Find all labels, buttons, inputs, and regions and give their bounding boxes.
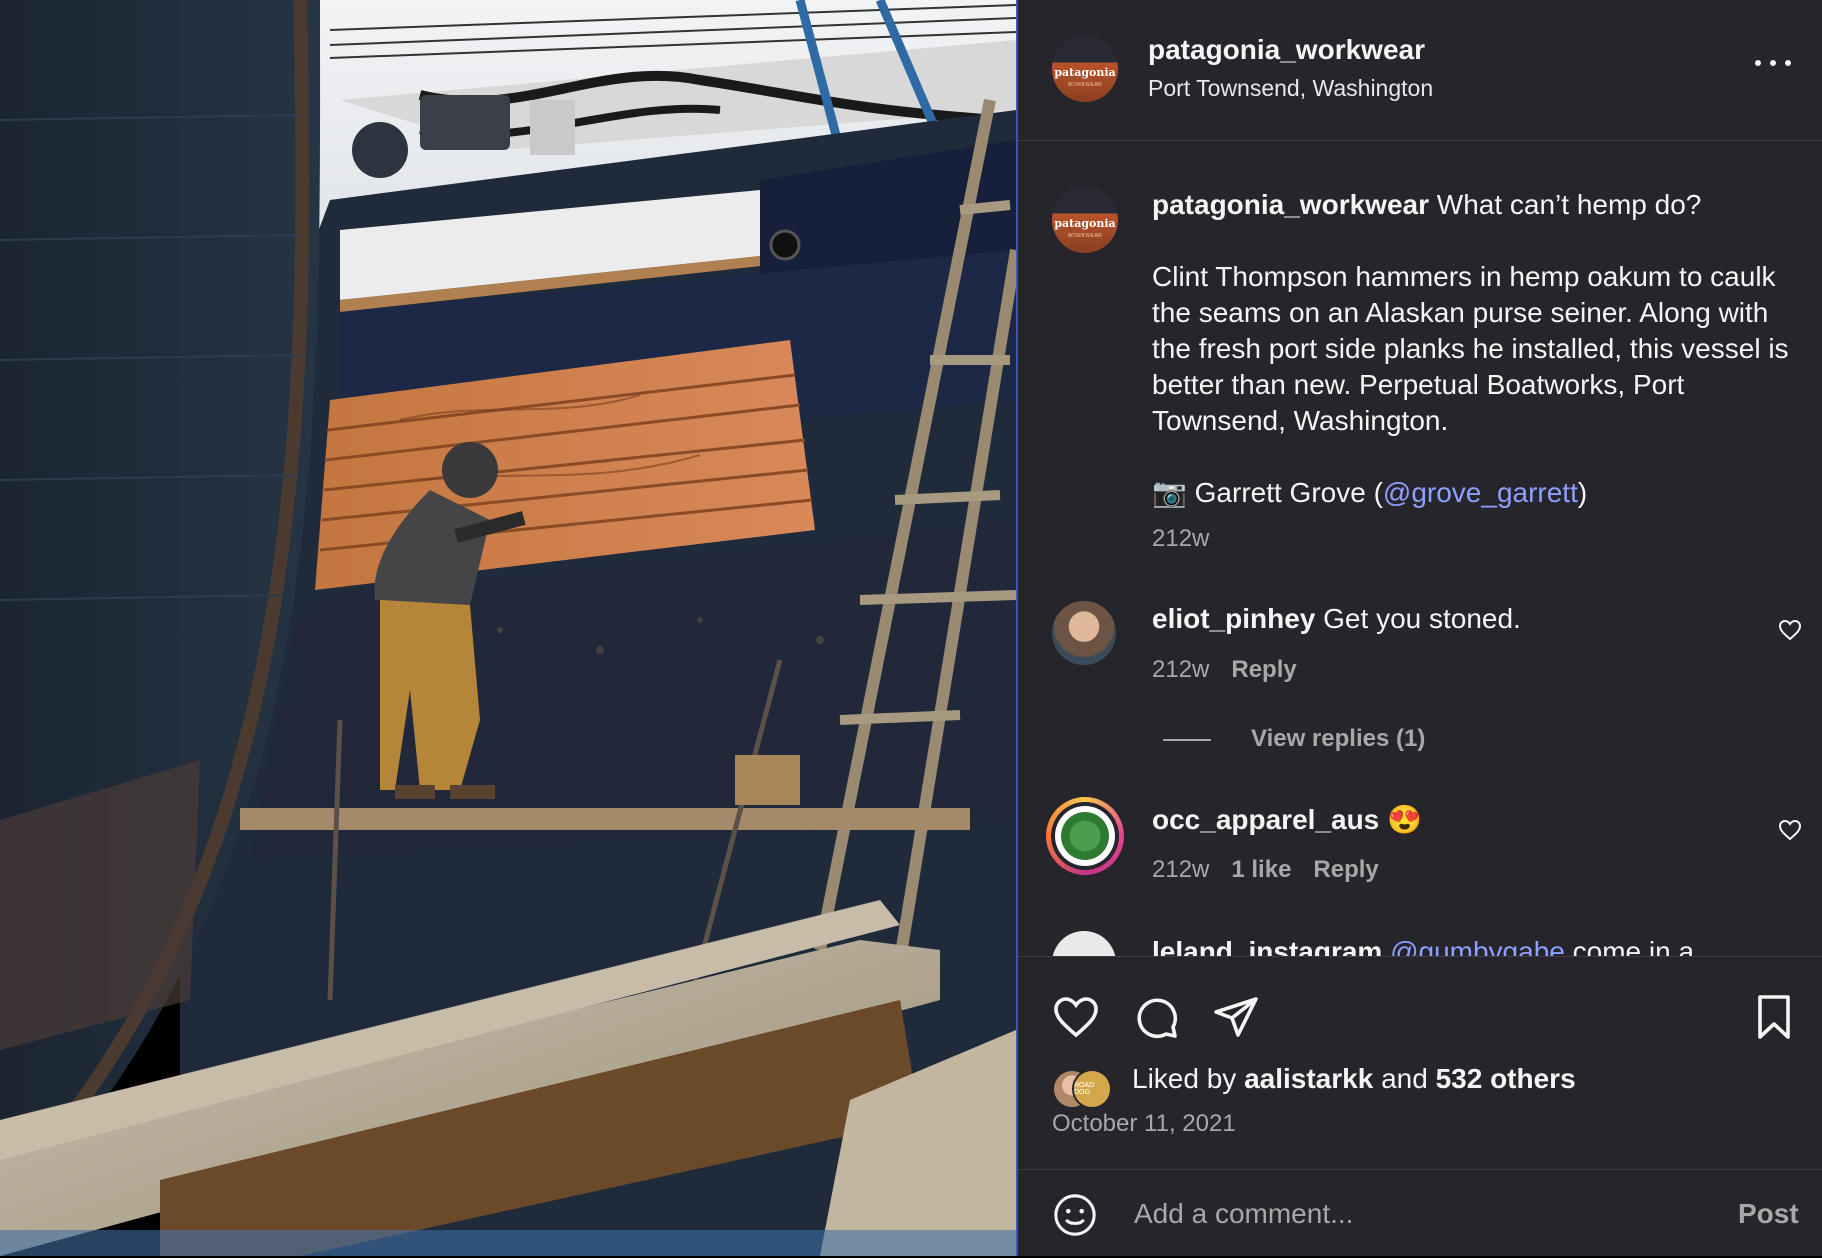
clover-logo-icon bbox=[1061, 812, 1109, 860]
comment-bubble-icon[interactable] bbox=[1132, 993, 1180, 1041]
comment-username[interactable]: occ_apparel_aus bbox=[1152, 804, 1379, 835]
post-comment-button[interactable]: Post bbox=[1738, 1198, 1799, 1230]
post-photo[interactable] bbox=[0, 0, 1016, 1256]
liker-avatar[interactable]: ROAD DOG bbox=[1072, 1069, 1112, 1109]
like-comment-heart-icon[interactable] bbox=[1778, 818, 1802, 842]
like-comment-heart-icon[interactable] bbox=[1778, 618, 1802, 642]
comment-text: eliot_pinhey Get you stoned. bbox=[1152, 603, 1521, 635]
caption-body: Clint Thompson hammers in hemp oakum to … bbox=[1152, 261, 1789, 436]
emoji-icon[interactable] bbox=[1052, 1192, 1098, 1238]
story-ring[interactable] bbox=[1046, 797, 1124, 875]
comment-username[interactable]: eliot_pinhey bbox=[1152, 603, 1315, 634]
comment-timestamp[interactable]: 212w bbox=[1152, 856, 1209, 883]
comment-meta: 212w 1 like Reply bbox=[1152, 856, 1401, 884]
patagonia-logo-icon: patagonia WORKWEAR bbox=[1052, 36, 1118, 102]
post-date[interactable]: October 11, 2021 bbox=[1052, 1110, 1236, 1138]
commenter-avatar[interactable] bbox=[1052, 931, 1116, 956]
comments-scroll[interactable]: patagonia WORKWEAR patagonia_workwear Wh… bbox=[1018, 141, 1822, 956]
comment-mention-link[interactable]: @gumbygabe bbox=[1390, 936, 1565, 956]
comment-input[interactable]: Add a comment... bbox=[1134, 1198, 1353, 1230]
liked-and: and bbox=[1381, 1063, 1428, 1094]
like-heart-icon[interactable] bbox=[1052, 993, 1100, 1041]
logo-text: patagonia bbox=[1054, 217, 1116, 230]
more-options-icon[interactable] bbox=[1755, 56, 1791, 70]
logo-subtext: WORKWEAR bbox=[1067, 233, 1103, 239]
replies-divider-line bbox=[1163, 738, 1211, 741]
comment-text: leland_instagram @gumbygabe come in a bbox=[1152, 936, 1694, 956]
comment-username[interactable]: leland_instagram bbox=[1152, 936, 1382, 956]
liked-others-link[interactable]: 532 others bbox=[1436, 1063, 1576, 1094]
caption-title: What can’t hemp do? bbox=[1436, 189, 1702, 220]
comment-likes[interactable]: 1 like bbox=[1231, 856, 1291, 883]
post-panel: patagonia WORKWEAR patagonia_workwear Po… bbox=[1016, 0, 1822, 1256]
credit-mention-link[interactable]: @grove_garrett bbox=[1383, 477, 1578, 508]
comment-meta: 212w Reply bbox=[1152, 656, 1319, 684]
share-send-icon[interactable] bbox=[1212, 993, 1260, 1041]
caption-author-avatar[interactable]: patagonia WORKWEAR bbox=[1052, 187, 1118, 253]
patagonia-logo-icon: patagonia WORKWEAR bbox=[1052, 187, 1118, 253]
caption-username[interactable]: patagonia_workwear bbox=[1152, 189, 1429, 220]
liked-user-link[interactable]: aalistarkk bbox=[1244, 1063, 1373, 1094]
author-username[interactable]: patagonia_workwear bbox=[1148, 34, 1425, 66]
post-actions: ROAD DOG Liked by aalistarkk and 532 oth… bbox=[1018, 956, 1822, 1257]
post-header: patagonia WORKWEAR patagonia_workwear Po… bbox=[1018, 0, 1822, 141]
comment-timestamp[interactable]: 212w bbox=[1152, 656, 1209, 683]
credit-suffix: ) bbox=[1577, 477, 1588, 508]
caption-timestamp[interactable]: 212w bbox=[1152, 521, 1802, 557]
view-replies-label: View replies (1) bbox=[1251, 725, 1426, 752]
post-location[interactable]: Port Townsend, Washington bbox=[1148, 75, 1433, 102]
liker-badge-text: ROAD DOG bbox=[1074, 1082, 1095, 1096]
view-replies-button[interactable]: View replies (1) bbox=[1163, 725, 1425, 753]
comment-body: Get you stoned. bbox=[1323, 603, 1521, 634]
add-comment-bar: Add a comment... Post bbox=[1018, 1169, 1822, 1258]
photo-credit: 📷 Garrett Grove ( bbox=[1152, 477, 1383, 508]
reply-button[interactable]: Reply bbox=[1313, 856, 1378, 883]
save-bookmark-icon[interactable] bbox=[1750, 993, 1798, 1041]
commenter-avatar[interactable] bbox=[1052, 601, 1116, 665]
author-avatar[interactable]: patagonia WORKWEAR bbox=[1052, 36, 1118, 102]
logo-text: patagonia bbox=[1054, 66, 1116, 79]
liked-prefix: Liked by bbox=[1132, 1063, 1237, 1094]
post-caption: patagonia_workwear What can’t hemp do? C… bbox=[1152, 187, 1802, 557]
logo-subtext: WORKWEAR bbox=[1067, 82, 1103, 88]
reply-button[interactable]: Reply bbox=[1231, 656, 1296, 683]
comment-text: occ_apparel_aus 😍 bbox=[1152, 803, 1422, 836]
comment-body: 😍 bbox=[1387, 804, 1422, 835]
liked-by: Liked by aalistarkk and 532 others bbox=[1132, 1063, 1576, 1095]
comment-body: come in a bbox=[1572, 936, 1695, 956]
